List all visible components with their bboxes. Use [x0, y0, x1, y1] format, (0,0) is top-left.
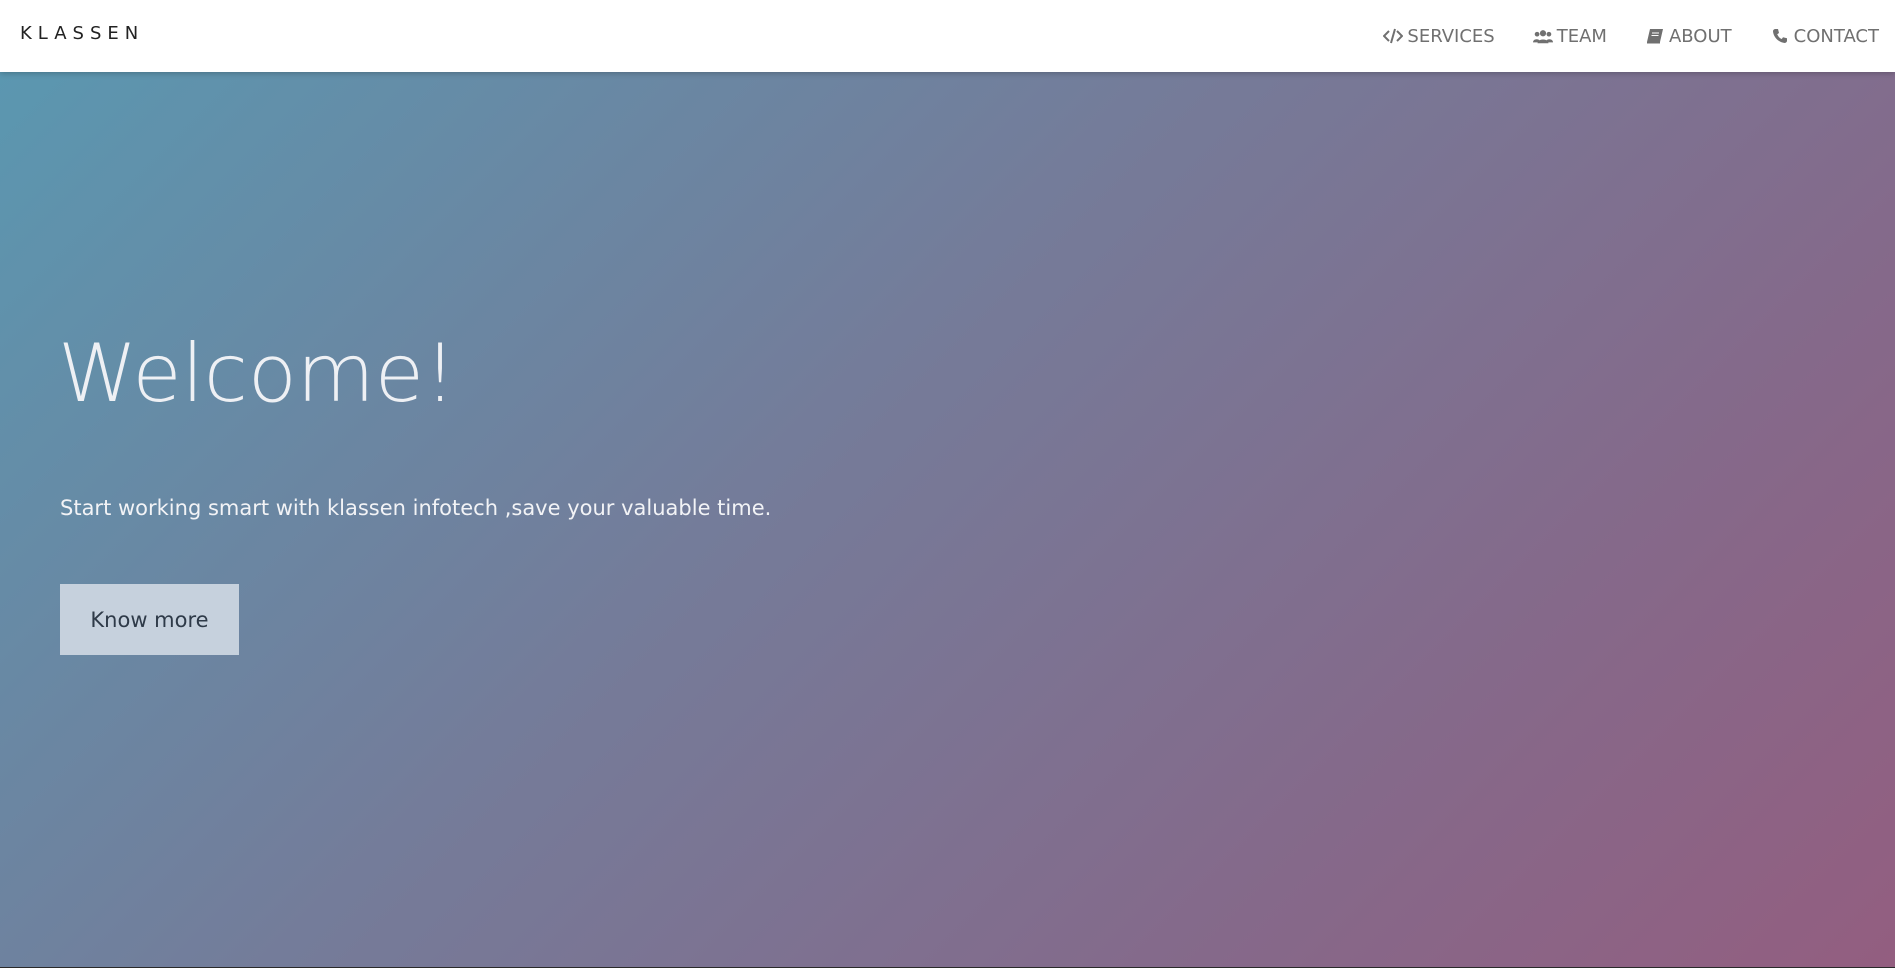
- nav-item-label: ABOUT: [1668, 25, 1732, 47]
- hero-section: Welcome! Start working smart with klasse…: [0, 72, 1895, 967]
- main-nav: SERVICES TEAM ABOUT CONTACT: [1345, 0, 1879, 72]
- nav-item-services[interactable]: SERVICES: [1383, 25, 1495, 47]
- brand-logo[interactable]: KLASSEN: [20, 23, 144, 44]
- know-more-button[interactable]: Know more: [60, 584, 239, 655]
- nav-item-label: CONTACT: [1793, 25, 1879, 47]
- phone-icon: [1770, 27, 1790, 45]
- nav-item-contact[interactable]: CONTACT: [1770, 26, 1879, 47]
- nav-item-label: SERVICES: [1407, 25, 1495, 47]
- book-icon: [1645, 27, 1665, 45]
- hero-subtitle: Start working smart with klassen infotec…: [60, 496, 772, 520]
- code-icon: [1383, 27, 1404, 45]
- nav-item-label: TEAM: [1556, 25, 1607, 47]
- hero-title: Welcome!: [58, 327, 457, 420]
- navbar: KLASSEN SERVICES TEAM ABOUT CONTACT: [0, 0, 1895, 72]
- nav-item-about[interactable]: ABOUT: [1645, 26, 1732, 47]
- nav-item-team[interactable]: TEAM: [1532, 25, 1607, 47]
- users-icon: [1532, 27, 1553, 45]
